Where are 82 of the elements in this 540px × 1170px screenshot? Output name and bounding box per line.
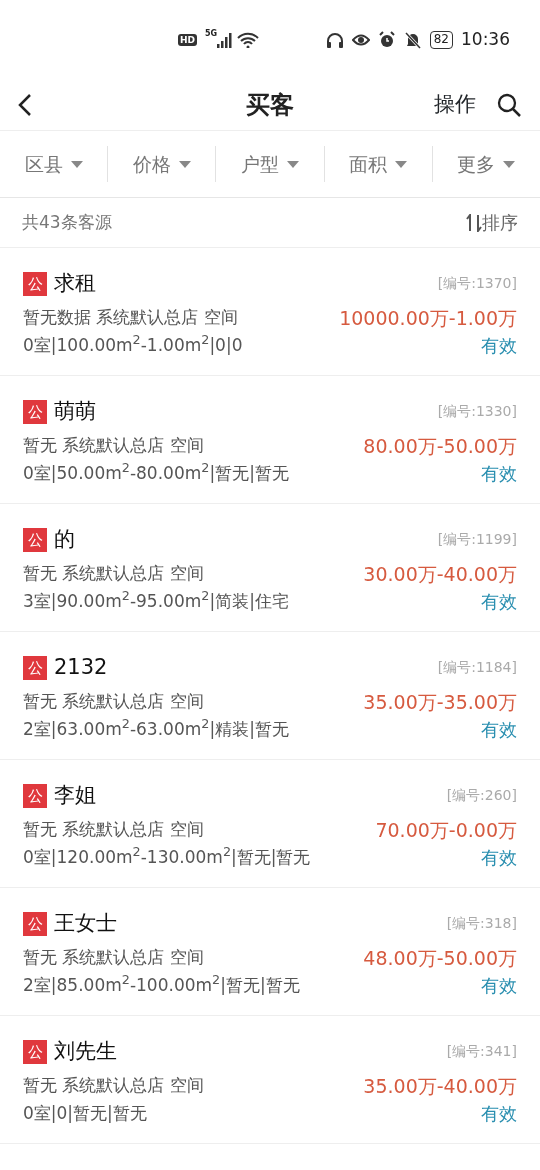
price-range: 48.00万-50.00万 [363,945,517,971]
public-tag: 公 [23,1039,47,1064]
client-item[interactable]: 公 的 [编号:1199] 暂无 系统默认总店 空间 30.00万-40.00万 3室|90.00m$^{2}$-95.00m$^{2}$|简装|住宅 有效 [0,504,540,632]
filter-dropdown[interactable]: 更多 [432,148,540,180]
filter-dropdown[interactable]: 面积 [324,148,432,180]
bell-muted-icon [403,31,422,49]
status-label: 有效 [481,846,517,870]
caret-icon [395,160,408,168]
action-button[interactable]: 操作 [434,89,476,121]
price-range: 10000.00万-1.00万 [339,305,517,331]
client-details: 0室|0|暂无|暂无 [23,1101,147,1125]
client-name: 2132 [54,654,108,681]
caret-icon [70,160,83,168]
client-details: 0室|50.00m$^{2}$-80.00m$^{2}$|暂无|暂无 [23,460,289,485]
filter-dropdown[interactable]: 价格 [108,148,216,180]
client-number: [编号:260] [446,786,517,806]
client-item[interactable]: 公 萌萌 [编号:1330] 暂无 系统默认总店 空间 80.00万-50.00万 0室|50.00m$^{2}$-80.00m$^{2}$|暂无|暂无 有效 [0,376,540,504]
client-info: 暂无 系统默认总店 空间 [23,1074,204,1097]
status-label: 有效 [481,334,517,358]
client-info: 暂无 系统默认总店 空间 [23,562,204,585]
client-number: [编号:318] [446,914,517,934]
sort-button[interactable]: 排序 [466,209,518,236]
status-label: 有效 [481,590,517,614]
client-info: 暂无 系统默认总店 空间 [23,818,204,841]
client-item[interactable]: 公 求租 [编号:1370] 暂无数据 系统默认总店 空间 10000.00万-1.00万 0室|100.00m$^{2}$-1.00m$^{2}$|0|0 有效 [0,248,540,376]
client-info: 暂无数据 系统默认总店 空间 [23,306,238,329]
back-icon[interactable] [18,93,32,118]
client-number: [编号:1370] [437,274,517,294]
hd-indicator: HD [178,33,197,47]
caret-icon [178,160,191,168]
clock: 10:36 [461,28,510,52]
public-tag: 公 [23,655,47,680]
price-range: 70.00万-0.00万 [375,817,517,843]
client-number: [编号:1184] [437,658,517,678]
client-details: 2室|63.00m$^{2}$-63.00m$^{2}$|精装|暂无 [23,716,289,741]
client-details: 3室|90.00m$^{2}$-95.00m$^{2}$|简装|住宅 [23,588,289,613]
sort-icon [466,213,482,232]
status-label: 有效 [481,1102,517,1126]
caret-icon [503,160,516,168]
client-number: [编号:1330] [437,402,517,422]
client-item[interactable]: 公 李姐 [编号:260] 暂无 系统默认总店 空间 70.00万-0.00万 0室|120.00m$^{2}$-130.00m$^{2}$|暂无|暂无 有效 [0,760,540,888]
price-range: 35.00万-40.00万 [363,1073,517,1099]
caret-icon [287,160,299,168]
client-name: 的 [54,526,75,553]
status-label: 有效 [481,974,517,998]
client-item[interactable]: 公 刘先生 [编号:341] 暂无 系统默认总店 空间 35.00万-40.00万 0室|0|暂无|暂无 有效 [0,1016,540,1144]
price-range: 35.00万-35.00万 [363,689,517,715]
price-range: 30.00万-40.00万 [363,561,517,587]
client-name: 刘先生 [54,1038,117,1065]
status-label: 有效 [481,462,517,486]
public-tag: 公 [23,271,47,296]
public-tag: 公 [23,527,47,552]
client-details: 0室|120.00m$^{2}$-130.00m$^{2}$|暂无|暂无 [23,844,311,869]
public-tag: 公 [23,783,47,808]
wifi-icon [237,32,260,48]
battery-level: 82 [429,31,453,49]
result-count: 共43条客源 [22,210,112,234]
client-number: [编号:1199] [437,530,517,550]
client-details: 0室|100.00m$^{2}$-1.00m$^{2}$|0|0 [23,332,243,357]
filter-dropdown[interactable]: 区县 [0,148,108,180]
public-tag: 公 [23,399,47,424]
public-tag: 公 [23,911,47,936]
page-title: 买客 [246,90,294,121]
headphones-icon [325,31,344,49]
client-item[interactable]: 公 王女士 [编号:318] 暂无 系统默认总店 空间 48.00万-50.00万 2室|85.00m$^{2}$-100.00m$^{2}$|暂无|暂无 有效 [0,888,540,1016]
client-info: 暂无 系统默认总店 空间 [23,434,204,457]
client-details: 2室|85.00m$^{2}$-100.00m$^{2}$|暂无|暂无 [23,972,300,997]
client-name: 王女士 [54,910,117,937]
client-name: 求租 [54,270,96,297]
status-label: 有效 [481,718,517,742]
price-range: 80.00万-50.00万 [363,433,517,459]
client-info: 暂无 系统默认总店 空间 [23,690,204,713]
client-item[interactable]: 公 2132 [编号:1184] 暂无 系统默认总店 空间 35.00万-35.00万 2室|63.00m$^{2}$-63.00m$^{2}$|精装|暂无 有效 [0,632,540,760]
signal-icon [217,32,234,48]
filter-dropdown[interactable]: 户型 [216,148,324,180]
client-name: 李姐 [54,782,96,809]
alarm-icon [377,31,396,49]
network-type: 5G [205,28,218,40]
client-number: [编号:341] [446,1042,517,1062]
client-name: 萌萌 [54,398,96,425]
client-info: 暂无 系统默认总店 空间 [23,946,204,969]
search-icon[interactable] [496,92,522,118]
